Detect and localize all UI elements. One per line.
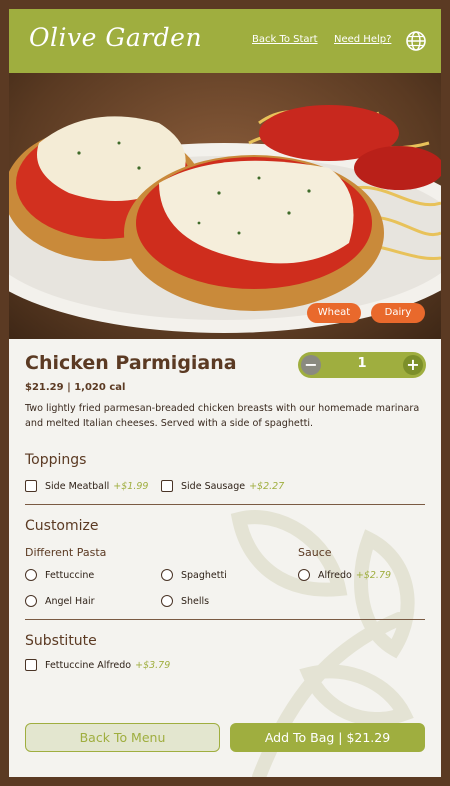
quantity-stepper: − 1 + — [298, 352, 426, 378]
checkbox[interactable] — [161, 480, 173, 492]
radio[interactable] — [25, 569, 37, 581]
topping-side-meatball[interactable]: Side Meatball +$1.99 — [25, 480, 148, 492]
option-label: Spaghetti — [181, 569, 227, 581]
brand-logo: Olive Garden — [29, 23, 203, 52]
item-description: Two lightly fried parmesan-breaded chick… — [25, 403, 420, 429]
option-price: +$1.99 — [113, 480, 149, 492]
add-to-bag-button[interactable]: Add To Bag | $21.29 — [230, 723, 425, 752]
option-label: Shells — [181, 595, 210, 607]
pasta-fettuccine[interactable]: Fettuccine — [25, 569, 94, 581]
header-bar: Olive Garden Back To Start Need Help? — [9, 9, 441, 73]
item-title: Chicken Parmigiana — [25, 352, 237, 374]
need-help-link[interactable]: Need Help? — [334, 34, 391, 45]
option-price: +$2.79 — [355, 569, 392, 581]
quantity-value: 1 — [357, 356, 367, 371]
option-label: Fettuccine Alfredo — [45, 659, 132, 671]
pasta-shells[interactable]: Shells — [161, 595, 209, 607]
sauce-alfredo[interactable]: Alfredo +$2.79 — [298, 569, 391, 581]
option-label: Angel Hair — [45, 595, 95, 607]
allergen-badge-dairy: Dairy — [371, 303, 425, 323]
customize-heading: Customize — [25, 518, 99, 534]
toppings-heading: Toppings — [25, 452, 87, 468]
pasta-spaghetti[interactable]: Spaghetti — [161, 569, 227, 581]
substitute-fettuccine-alfredo[interactable]: Fettuccine Alfredo +$3.79 — [25, 659, 170, 671]
radio[interactable] — [161, 595, 173, 607]
dish-photo — [9, 73, 441, 339]
option-label: Alfredo — [318, 569, 352, 581]
radio[interactable] — [298, 569, 310, 581]
radio[interactable] — [25, 595, 37, 607]
option-price: +$3.79 — [135, 659, 171, 671]
app-frame: Olive Garden Back To Start Need Help? Wh… — [9, 9, 441, 777]
option-label: Side Meatball — [45, 480, 110, 492]
pasta-angel-hair[interactable]: Angel Hair — [25, 595, 95, 607]
allergen-badge-wheat: Wheat — [307, 303, 361, 323]
checkbox[interactable] — [25, 480, 37, 492]
back-to-start-link[interactable]: Back To Start — [252, 34, 318, 45]
radio[interactable] — [161, 569, 173, 581]
section-divider — [25, 504, 425, 505]
globe-icon[interactable] — [405, 30, 427, 52]
topping-side-sausage[interactable]: Side Sausage +$2.27 — [161, 480, 284, 492]
checkbox[interactable] — [25, 659, 37, 671]
back-to-menu-button[interactable]: Back To Menu — [25, 723, 220, 752]
option-label: Side Sausage — [181, 480, 246, 492]
section-divider — [25, 619, 425, 620]
sauce-label: Sauce — [298, 546, 332, 559]
quantity-increase-button[interactable]: + — [403, 355, 423, 375]
option-price: +$2.27 — [249, 480, 285, 492]
substitute-heading: Substitute — [25, 633, 97, 649]
different-pasta-label: Different Pasta — [25, 546, 107, 559]
option-label: Fettuccine — [45, 569, 95, 581]
dish-illustration — [9, 105, 441, 333]
item-price-calories: $21.29 | 1,020 cal — [25, 382, 126, 393]
quantity-decrease-button[interactable]: − — [301, 355, 321, 375]
